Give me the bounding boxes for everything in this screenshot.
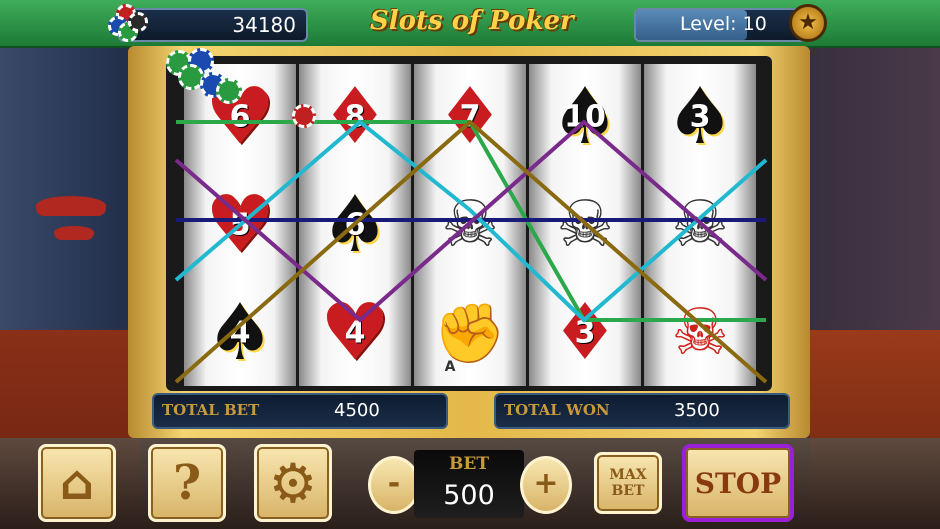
total-bet-panel: TOTAL BET 4500: [152, 393, 448, 429]
bet-increase-button[interactable]: +: [520, 456, 572, 514]
help-button[interactable]: ?: [148, 444, 226, 522]
settings-button[interactable]: ⚙: [254, 444, 332, 522]
total-bet-label: TOTAL BET: [162, 401, 260, 419]
total-won-label: TOTAL WON: [504, 401, 610, 419]
payline-5: [174, 119, 768, 384]
chip-icon: [292, 104, 316, 128]
total-won-value: 3500: [674, 400, 720, 421]
gear-icon: ⚙: [268, 451, 318, 515]
home-button[interactable]: ⌂: [38, 444, 116, 522]
home-icon: ⌂: [59, 455, 95, 511]
total-bet-value: 4500: [334, 400, 380, 421]
max-bet-button[interactable]: MAX BET: [594, 452, 662, 514]
bet-label: BET: [449, 454, 489, 474]
bet-display: BET 500: [414, 450, 524, 518]
help-icon: ?: [172, 455, 202, 511]
total-won-panel: TOTAL WON 3500: [494, 393, 790, 429]
bet-decrease-button[interactable]: -: [368, 456, 420, 514]
bet-value: 500: [443, 480, 495, 511]
stop-button[interactable]: STOP: [682, 444, 794, 522]
chip-stack-icon: [166, 48, 246, 108]
